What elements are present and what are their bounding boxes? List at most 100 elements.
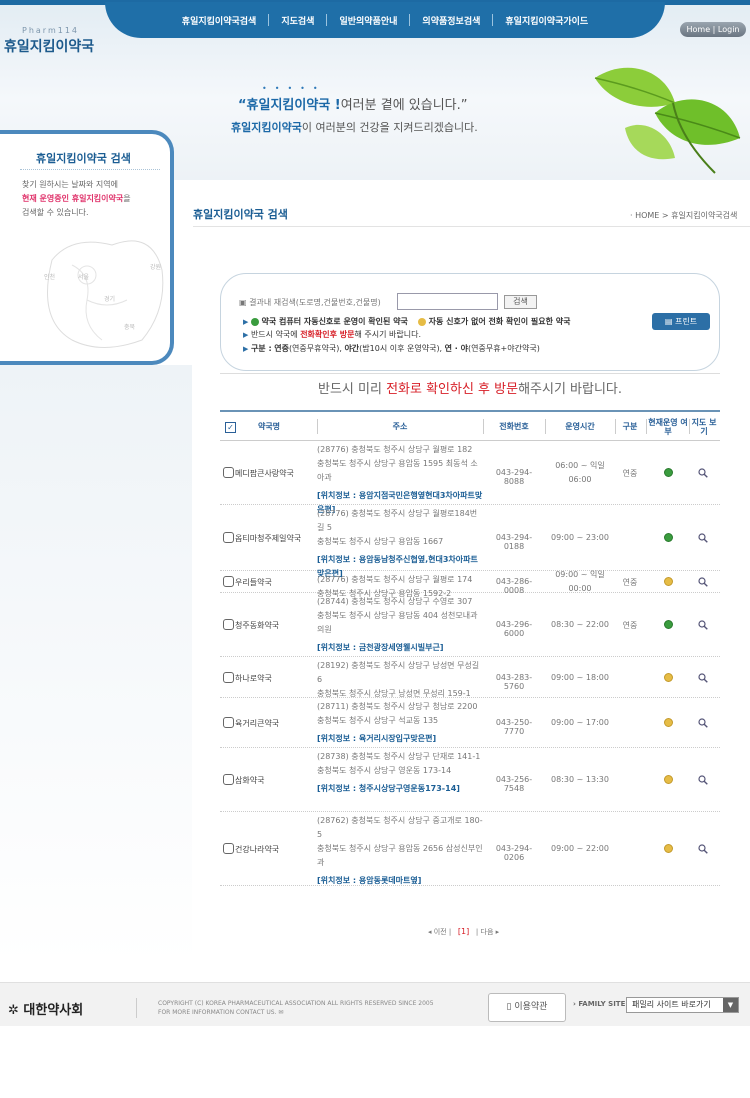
pharmacy-name[interactable]: 하나로약국 — [235, 673, 272, 684]
table-row: 우리들약국 (28776) 충청북도 청주시 상당구 월평로 174 충청북도 청주… — [220, 570, 720, 598]
notice-suffix: 해주시기 바랍니다. — [518, 382, 623, 397]
table-header: ✓ 약국명 주소 전화번호 운영시간 구분 현재운영 여부 지도 보기 — [220, 412, 720, 441]
current-page[interactable]: [1] — [458, 927, 469, 936]
slogan-line2: 휴일지킴이약국이 여러분의 건강을 지켜드리겠습니다. — [231, 119, 478, 135]
phone-number: 043-296-6000 — [495, 620, 533, 638]
address-cell: (28776) 충청북도 청주시 상당구 월평로184번길 5 충청북도 청주시 … — [317, 507, 483, 581]
hours-line: 00:00 — [568, 584, 592, 593]
mail-icon[interactable]: ✉ — [278, 1009, 283, 1016]
pharmacy-name[interactable]: 육거리큰약국 — [235, 718, 279, 729]
print-button[interactable]: ▤ 프린트 — [652, 313, 710, 330]
nav-map-search[interactable]: 지도검색 — [269, 14, 326, 27]
map-label-chungbuk[interactable]: 충북 — [124, 322, 135, 331]
next-page-link[interactable]: 다음 ▸ — [481, 928, 500, 936]
operating-hours: 09:00 ~ 17:00 — [546, 716, 614, 730]
map-magnifier-icon[interactable] — [698, 673, 708, 683]
row-checkbox[interactable] — [223, 619, 234, 630]
kpa-logo[interactable]: ✲ 대한약사회 — [8, 999, 83, 1018]
table-row: 하나로약국 (28192) 충청북도 청주시 상당구 낭성면 무성길 6 충청북도 … — [220, 657, 720, 698]
row-checkbox[interactable] — [223, 774, 234, 785]
phone-number: 043-256-7548 — [495, 775, 533, 793]
slogan-line1: “휴일지킴이약국 !여러분 곁에 있습니다.” — [238, 94, 468, 113]
region-map[interactable]: 인천 서울 강원 경기 충북 — [32, 230, 167, 355]
family-site-label: › FAMILY SITE — [573, 1000, 626, 1008]
pharmacy-name[interactable]: 메디팜큰사랑약국 — [235, 468, 294, 479]
phone-number: 043-294-8088 — [495, 468, 533, 486]
map-magnifier-icon[interactable] — [698, 718, 708, 728]
location-info: [위치정보 : 금천광장세영웰시빌부근] — [317, 643, 444, 652]
phone-number: 043-283-5760 — [495, 673, 533, 691]
copyright-line2: FOR MORE INFORMATION CONTACT US. — [158, 1009, 277, 1016]
nav-pharmacy-guide[interactable]: 휴일지킴이약국가이드 — [493, 14, 600, 27]
row-checkbox[interactable] — [223, 672, 234, 683]
pharmacy-name[interactable]: 옵티마청주제일약국 — [235, 533, 301, 544]
title-divider — [193, 226, 750, 227]
map-magnifier-icon[interactable] — [698, 775, 708, 785]
search-box: ▣ 결과내 재검색(도로명,건물번호,건물명) 검색 ▤ 프린트 ▶ 약국 컴퓨… — [220, 273, 720, 371]
row-checkbox[interactable] — [223, 576, 234, 587]
family-site-select[interactable]: 패밀리 사이트 바로가기 ▼ — [626, 997, 739, 1013]
nav-drug-info[interactable]: 의약품정보검색 — [410, 14, 492, 27]
map-magnifier-icon[interactable] — [698, 468, 708, 478]
address-line: (28192) 충청북도 청주시 상당구 낭성면 무성길 6 — [317, 661, 480, 684]
table-row: 옵티마청주제일약국 (28776) 충청북도 청주시 상당구 월평로184번길 5… — [220, 505, 720, 578]
terms-button[interactable]: ▯ 이용약관 — [488, 993, 566, 1022]
search-button[interactable]: 검색 — [504, 295, 537, 309]
site-logo[interactable]: 휴일지킴이약국 — [4, 36, 94, 56]
hours-line: 06:00 — [568, 475, 592, 484]
operation-type: 연중 — [622, 469, 638, 478]
footer: ✲ 대한약사회 COPYRIGHT (C) KOREA PHARMACEUTIC… — [0, 982, 750, 1026]
sidebar-description: 찾기 원하시는 날짜와 지역에 현재 운영중인 휴일지킴이약국을 검색할 수 있… — [22, 178, 167, 220]
header-status: 현재운영 여부 — [648, 417, 688, 436]
notice-emphasis: 전화로 확인하신 후 방문 — [386, 382, 519, 397]
sidebar-panel: 휴일지킴이약국 검색 찾기 원하시는 날짜와 지역에 현재 운영중인 휴일지킴이… — [0, 130, 174, 365]
map-magnifier-icon[interactable] — [698, 533, 708, 543]
footer-divider — [136, 998, 137, 1018]
row-checkbox[interactable] — [223, 717, 234, 728]
operation-type: 연중 — [622, 621, 638, 630]
map-label-gyeonggi[interactable]: 경기 — [104, 294, 115, 303]
nav-otc-guide[interactable]: 일반의약품안내 — [327, 14, 409, 27]
pharmacy-name[interactable]: 삼화약국 — [235, 775, 264, 786]
location-info: [위치정보 : 육거리시장입구맞은편] — [317, 734, 437, 743]
address-line: (28738) 충청북도 청주시 상당구 단재로 141-1 — [317, 752, 481, 761]
print-icon: ▤ — [664, 317, 675, 326]
kpa-logo-text: 대한약사회 — [23, 1003, 84, 1018]
pharmacy-name[interactable]: 건강나라약국 — [235, 844, 279, 855]
hours-line: 09:00 ~ 18:00 — [551, 673, 609, 682]
leaf-illustration — [594, 67, 741, 174]
operating-hours: 06:00 ~ 익일 06:00 — [546, 459, 614, 487]
nav-pharmacy-search[interactable]: 휴일지킴이약국검색 — [170, 14, 269, 27]
kpa-emblem-icon: ✲ — [8, 1003, 24, 1018]
page-title: 휴일지킴이약국 검색 — [193, 208, 288, 221]
status-indicator-icon — [664, 468, 673, 477]
row-checkbox[interactable] — [223, 843, 234, 854]
row-checkbox[interactable] — [223, 532, 234, 543]
family-site-value: 패밀리 사이트 바로가기 — [632, 1000, 711, 1009]
address-line: 충청북도 청주시 상당구 용암동 2656 삼성신부인과 — [317, 844, 483, 867]
row-checkbox[interactable] — [223, 467, 234, 478]
home-login-button[interactable]: Home | Login — [680, 22, 746, 37]
search-label-text: 결과내 재검색(도로명,건물번호,건물명) — [249, 298, 381, 307]
hours-line: 08:30 ~ 22:00 — [551, 620, 609, 629]
prev-page-link[interactable]: ◂ 이전 — [428, 928, 447, 936]
map-magnifier-icon[interactable] — [698, 844, 708, 854]
header-address: 주소 — [392, 422, 408, 431]
hours-line: 08:30 ~ 13:30 — [551, 775, 609, 784]
map-label-incheon[interactable]: 인천 — [44, 272, 55, 281]
pharmacy-name[interactable]: 청주동화약국 — [235, 620, 279, 631]
select-all-checkbox[interactable]: ✓ — [225, 422, 236, 433]
terms-label: 이용약관 — [514, 1002, 548, 1012]
map-label-seoul[interactable]: 서울 — [78, 272, 89, 281]
dropdown-arrow-icon: ▼ — [723, 998, 738, 1012]
type-legend: ▶ 구분 : 연중(연중무휴약국), 야간(밤10시 이후 운영약국), 연 ·… — [243, 343, 540, 354]
address-line: (28744) 충청북도 청주시 상당구 수영로 307 — [317, 597, 473, 606]
table-row: 청주동화약국 (28744) 충청북도 청주시 상당구 수영로 307 충청북도 청… — [220, 593, 720, 657]
map-magnifier-icon[interactable] — [698, 620, 708, 630]
location-info: [위치정보 : 청주시상당구영운동173-14] — [317, 784, 460, 793]
bullet-icon: ▶ — [243, 345, 249, 353]
search-input[interactable] — [397, 293, 498, 310]
pharmacy-name[interactable]: 우리들약국 — [235, 577, 272, 588]
map-label-gangwon[interactable]: 강원 — [150, 262, 161, 271]
map-magnifier-icon[interactable] — [698, 577, 708, 587]
